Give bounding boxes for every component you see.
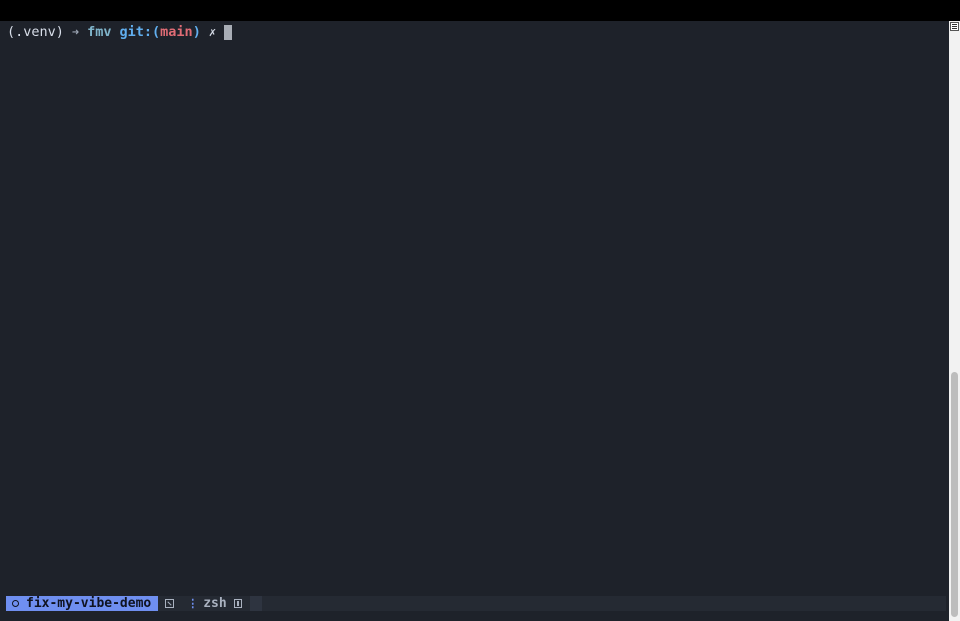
git-prefix: git:( bbox=[119, 24, 161, 40]
git-dirty-icon: ✗ bbox=[208, 25, 217, 39]
pane-separator-icon: ⋮ bbox=[187, 597, 199, 610]
menu-icon bbox=[952, 26, 957, 27]
scrollbar-menu-button[interactable] bbox=[950, 22, 959, 31]
tmux-status-bar: fix-my-vibe-demo ⋮ zsh bbox=[6, 596, 946, 611]
shell-prompt: (.venv) ➜ fmv git:(main) ✗ bbox=[7, 24, 233, 41]
text-cursor bbox=[224, 25, 233, 40]
session-tab[interactable]: fix-my-vibe-demo bbox=[6, 596, 159, 611]
pane-name[interactable]: zsh bbox=[203, 596, 226, 611]
status-end-segment bbox=[249, 596, 262, 611]
prompt-arrow-icon: ➜ bbox=[71, 25, 80, 39]
scrollbar-thumb[interactable] bbox=[951, 372, 958, 617]
venv-indicator: (.venv) bbox=[7, 24, 64, 40]
window-top-bar bbox=[0, 0, 960, 21]
session-name: fix-my-vibe-demo bbox=[26, 596, 152, 611]
pane-layout-icon[interactable] bbox=[233, 599, 242, 608]
terminal-area[interactable] bbox=[0, 21, 949, 621]
zoom-pane-icon[interactable] bbox=[165, 599, 175, 608]
current-directory: fmv bbox=[87, 24, 112, 40]
git-suffix: ) bbox=[192, 24, 201, 40]
git-branch: main bbox=[160, 24, 193, 40]
circle-icon bbox=[12, 600, 19, 607]
git-status: git:(main) bbox=[120, 24, 201, 41]
